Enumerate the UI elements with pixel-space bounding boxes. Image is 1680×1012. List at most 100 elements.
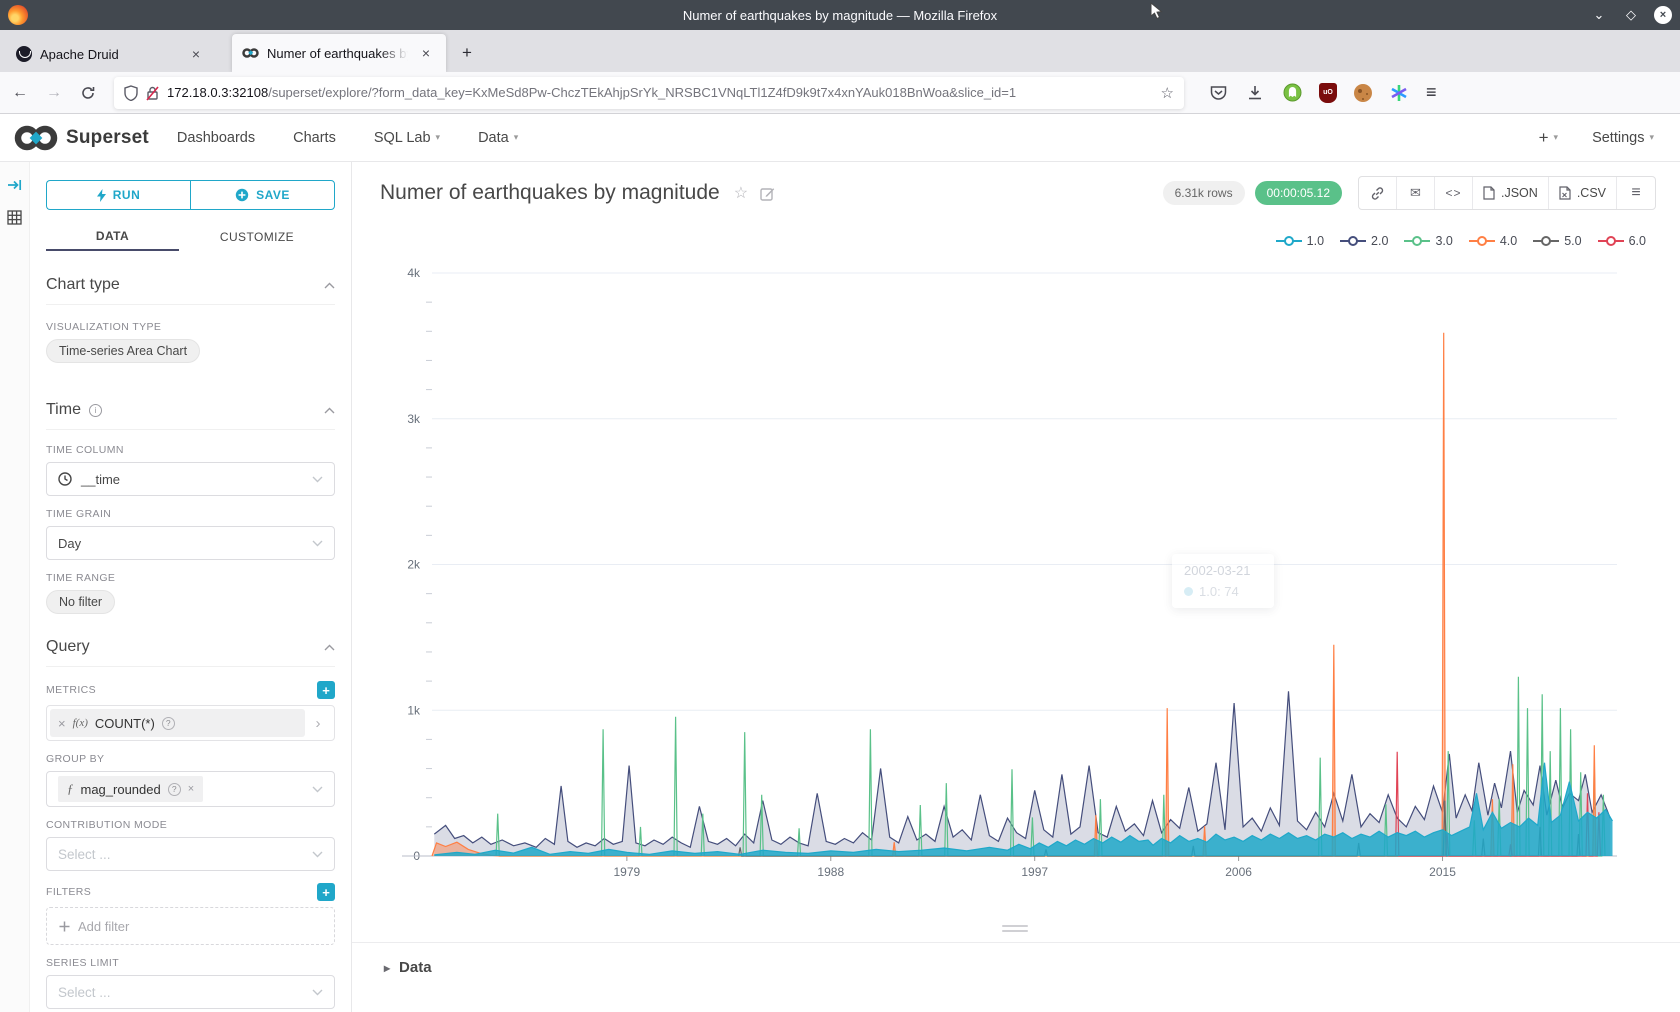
tab-close-icon[interactable]: × bbox=[186, 44, 206, 64]
remove-chip-icon[interactable]: × bbox=[188, 783, 194, 795]
back-button[interactable]: ← bbox=[6, 79, 34, 107]
section-time[interactable]: Time i bbox=[46, 401, 335, 419]
add-filter-dropzone[interactable]: Add filter bbox=[46, 907, 335, 945]
time-range-pill[interactable]: No filter bbox=[46, 590, 115, 614]
run-button[interactable]: RUN bbox=[46, 180, 190, 210]
contribution-mode-select[interactable]: Select ... bbox=[46, 837, 335, 871]
metrics-container: × f(x) COUNT(*) ? › bbox=[46, 705, 335, 741]
pocket-icon[interactable] bbox=[1208, 83, 1228, 103]
plus-circle-icon bbox=[235, 188, 249, 202]
tab-label: Numer of earthquakes by bbox=[267, 46, 408, 61]
remove-metric-icon[interactable]: × bbox=[58, 716, 66, 731]
query-duration-badge: 00:00:05.12 bbox=[1255, 181, 1342, 205]
chart-title: Numer of earthquakes by magnitude bbox=[380, 181, 720, 205]
window-maximize-button[interactable]: ◇ bbox=[1622, 6, 1640, 24]
data-section-toggle[interactable]: ▸ Data bbox=[384, 959, 1680, 976]
copy-link-button[interactable] bbox=[1359, 177, 1397, 209]
nav-item-dashboards[interactable]: Dashboards bbox=[177, 130, 255, 146]
time-column-label: TIME COLUMN bbox=[46, 444, 335, 456]
viz-type-pill[interactable]: Time-series Area Chart bbox=[46, 339, 200, 363]
downloads-icon[interactable] bbox=[1245, 83, 1265, 103]
superset-brand[interactable]: Superset bbox=[14, 125, 149, 151]
export-json-button[interactable]: .JSON bbox=[1473, 177, 1549, 209]
favorite-star-icon[interactable]: ☆ bbox=[734, 183, 748, 203]
function-icon: f(x) bbox=[73, 717, 88, 729]
shield-icon bbox=[124, 85, 138, 101]
chart-actions-group: ✉ <> .JSON .CSV ≡ bbox=[1358, 176, 1656, 210]
collapse-strip bbox=[0, 162, 30, 1012]
embed-code-button[interactable]: <> bbox=[1435, 177, 1473, 209]
expand-panel-icon[interactable] bbox=[6, 176, 24, 194]
time-grain-select[interactable]: Day bbox=[46, 526, 335, 560]
x-axis-tick-label: 2015 bbox=[1429, 865, 1456, 879]
tab-data[interactable]: DATA bbox=[46, 222, 179, 251]
chevron-down-icon bbox=[312, 845, 323, 863]
group-by-chip[interactable]: ƒ mag_rounded ? × bbox=[58, 776, 203, 802]
file-icon bbox=[1483, 186, 1495, 200]
mouse-cursor bbox=[1150, 2, 1164, 20]
clock-icon bbox=[58, 472, 72, 486]
edit-title-icon[interactable] bbox=[760, 186, 775, 201]
y-axis-tick-label: 2k bbox=[407, 558, 421, 572]
brand-name: Superset bbox=[66, 127, 149, 149]
group-by-select[interactable]: ƒ mag_rounded ? × bbox=[46, 771, 335, 807]
nav-item-sql-lab[interactable]: SQL Lab▾ bbox=[374, 130, 440, 146]
time-column-select[interactable]: __time bbox=[46, 462, 335, 496]
series-area-4.0 bbox=[432, 333, 1596, 856]
row-count-badge: 6.31k rows bbox=[1163, 181, 1245, 205]
window-close-button[interactable]: × bbox=[1654, 6, 1672, 24]
series-limit-label: SERIES LIMIT bbox=[46, 957, 335, 969]
x-axis-tick-label: 1997 bbox=[1021, 865, 1048, 879]
chevron-down-icon bbox=[312, 470, 323, 488]
nav-item-data[interactable]: Data▾ bbox=[478, 130, 518, 146]
tab-close-icon[interactable]: × bbox=[416, 43, 436, 63]
reload-button[interactable] bbox=[74, 79, 102, 107]
new-tab-button[interactable]: + bbox=[454, 40, 480, 66]
tab-customize[interactable]: CUSTOMIZE bbox=[179, 222, 335, 251]
add-metric-button[interactable]: + bbox=[317, 681, 335, 699]
timeseries-area-chart[interactable]: 01k2k3k4k19791988199720062015 bbox=[352, 240, 1680, 940]
resize-handle[interactable] bbox=[1002, 925, 1028, 935]
save-button[interactable]: SAVE bbox=[190, 180, 335, 210]
chart-panel: Numer of earthquakes by magnitude ☆ 6.31… bbox=[352, 162, 1680, 1012]
tab-apache-druid[interactable]: Apache Druid × bbox=[6, 36, 216, 72]
series-limit-select[interactable]: Select ... bbox=[46, 975, 335, 1009]
datasource-grid-icon[interactable] bbox=[6, 208, 24, 226]
chevron-down-icon bbox=[312, 983, 323, 1001]
metric-chip-count[interactable]: × f(x) COUNT(*) ? bbox=[50, 709, 305, 737]
email-button[interactable]: ✉ bbox=[1397, 177, 1435, 209]
series-area-2.0 bbox=[434, 691, 1610, 856]
tooltip-date: 2002-03-21 bbox=[1184, 563, 1262, 578]
chevron-up-icon bbox=[324, 401, 335, 419]
tab-earthquakes-chart[interactable]: Numer of earthquakes by × bbox=[232, 34, 446, 72]
ghostery-extension-icon[interactable] bbox=[1282, 83, 1302, 103]
forward-button[interactable]: → bbox=[40, 79, 68, 107]
superset-favicon bbox=[242, 47, 259, 59]
url-bar[interactable]: 172.18.0.3:32108/superset/explore/?form_… bbox=[114, 77, 1184, 109]
firefox-menu-icon[interactable]: ≡ bbox=[1426, 82, 1437, 103]
asterisk-extension-icon[interactable] bbox=[1389, 83, 1409, 103]
firefox-titlebar: Numer of earthquakes by magnitude — Mozi… bbox=[0, 0, 1680, 30]
browser-toolbar: ← → 172.18.0.3:32108/superset/explore/?f… bbox=[0, 72, 1680, 114]
export-csv-button[interactable]: .CSV bbox=[1549, 177, 1617, 209]
contribution-mode-label: CONTRIBUTION MODE bbox=[46, 819, 335, 831]
x-axis-tick-label: 2006 bbox=[1225, 865, 1252, 879]
tab-label: Apache Druid bbox=[40, 47, 178, 62]
section-query[interactable]: Query bbox=[46, 638, 335, 656]
bookmark-star-icon[interactable]: ☆ bbox=[1161, 84, 1174, 102]
section-chart-type[interactable]: Chart type bbox=[46, 276, 335, 294]
window-minimize-button[interactable]: ⌄ bbox=[1590, 6, 1608, 24]
nav-settings[interactable]: Settings▾ bbox=[1592, 130, 1654, 146]
cookie-extension-icon[interactable] bbox=[1354, 84, 1372, 102]
chart-menu-button[interactable]: ≡ bbox=[1617, 177, 1655, 209]
nav-new-button[interactable]: +▾ bbox=[1539, 128, 1558, 148]
tooltip-value: 1.0: 74 bbox=[1199, 584, 1239, 599]
y-axis-tick-label: 4k bbox=[407, 266, 421, 280]
druid-favicon bbox=[16, 46, 32, 62]
chart-tooltip: 2002-03-21 1.0: 74 bbox=[1172, 554, 1274, 608]
chevron-right-icon[interactable]: › bbox=[305, 715, 331, 732]
ublock-origin-icon[interactable]: uO bbox=[1319, 83, 1337, 103]
chevron-up-icon bbox=[324, 638, 335, 656]
nav-item-charts[interactable]: Charts bbox=[293, 130, 336, 146]
add-filter-plus-button[interactable]: + bbox=[317, 883, 335, 901]
